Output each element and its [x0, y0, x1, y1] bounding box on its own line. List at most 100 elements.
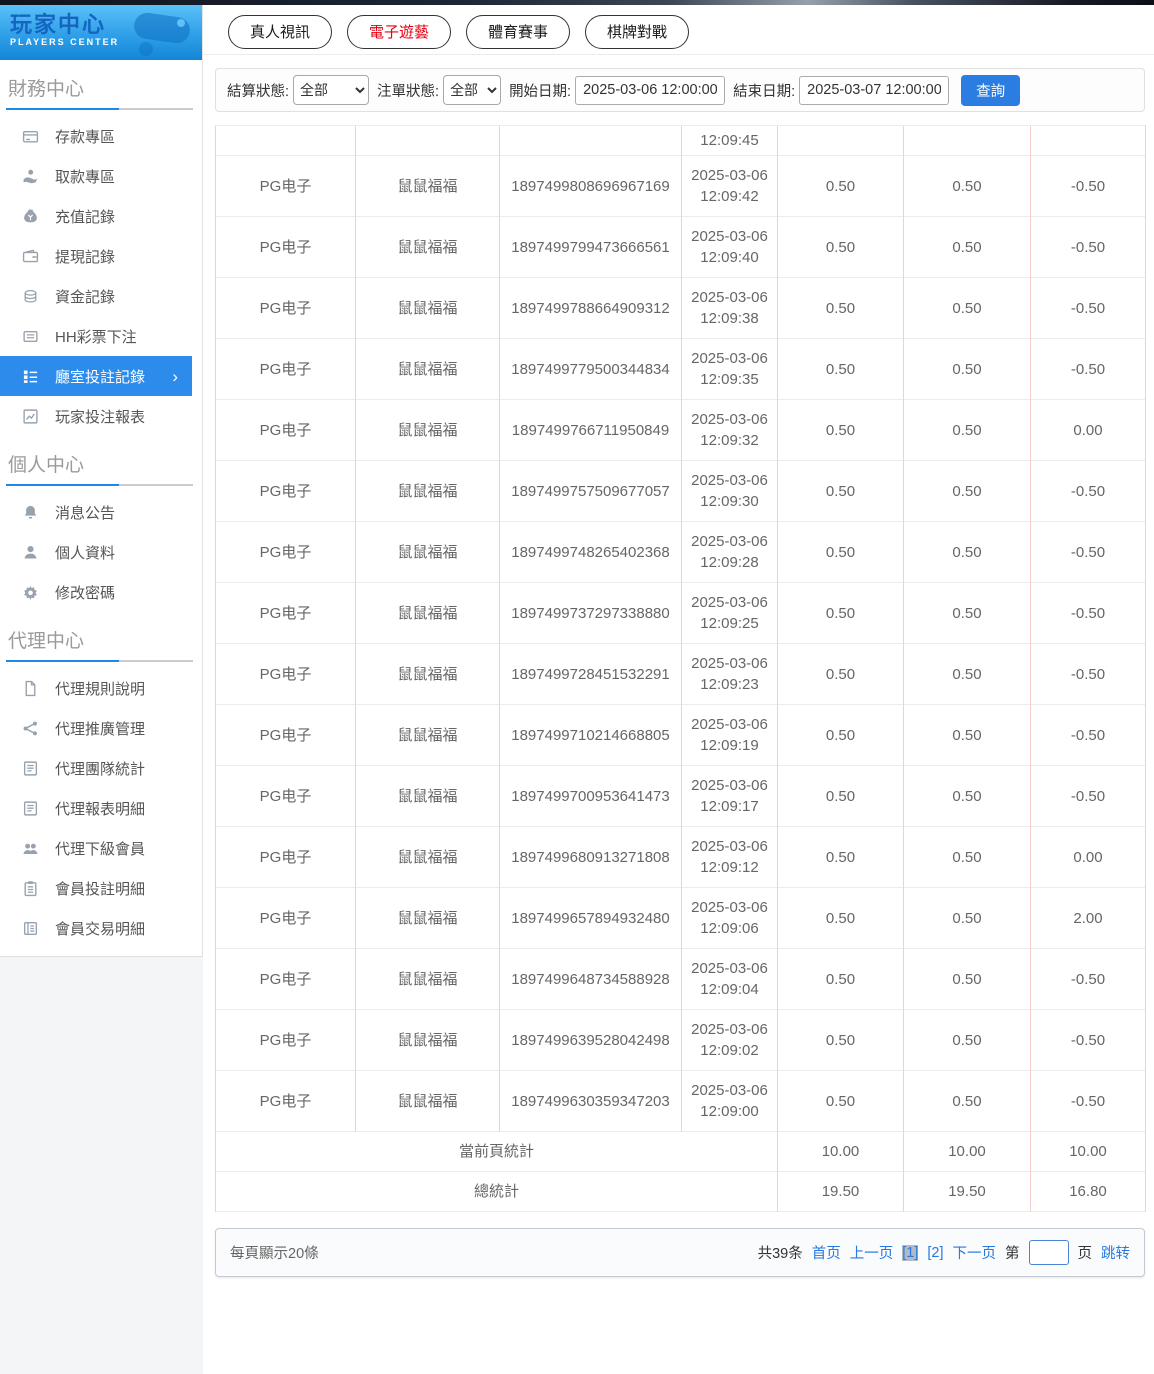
table-row-clipped: 12:09:45 [215, 125, 1146, 156]
sidebar-item[interactable]: 會員交易明細 [0, 908, 202, 948]
valid-bet-cell: 0.50 [903, 948, 1031, 1010]
start-date-input[interactable] [575, 75, 726, 105]
sidebar-item[interactable]: 代理團隊統計 [0, 748, 202, 788]
table-row: PG电子 鼠鼠福福 1897499748265402368 2025-03-06 12:… [215, 521, 1146, 583]
sidebar-item[interactable]: 資金記錄 [0, 276, 202, 316]
sidebar-item[interactable]: 會員投註明細 [0, 868, 202, 908]
sidebar-item[interactable]: 代理規則說明 [0, 668, 202, 708]
sidebar-item[interactable]: 提現記錄 [0, 236, 202, 276]
sidebar-item[interactable]: HH彩票下注 [0, 316, 202, 356]
prev-page-link[interactable]: 上一页 [850, 1242, 894, 1263]
moneybag-icon [23, 208, 38, 223]
bet-amount-cell: 0.50 [777, 582, 904, 644]
sidebar-item[interactable]: 取款專區 [0, 156, 202, 196]
game-name-cell: 鼠鼠福福 [355, 948, 500, 1010]
category-tab[interactable]: 棋牌對戰 [585, 15, 690, 49]
sidebar-item[interactable]: 存款專區 [0, 116, 202, 156]
sidebar-section-title: 個人中心 [8, 455, 85, 476]
sidebar-item-label: 提現記錄 [55, 248, 116, 266]
sidebar-item-label: 個人資料 [55, 544, 116, 562]
valid-bet-cell: 0.50 [903, 155, 1031, 217]
sidebar-item-label: 代理推廣管理 [55, 720, 146, 738]
game-name-cell: 鼠鼠福福 [355, 338, 500, 400]
game-name-cell: 鼠鼠福福 [355, 826, 500, 888]
bet-amount-cell: 0.50 [777, 521, 904, 583]
sidebar-item[interactable]: 廳室投註記錄 › [0, 356, 192, 396]
app-logo: 玩家中心 PLAYERS CENTER [0, 5, 202, 60]
next-page-link[interactable]: 下一页 [953, 1242, 997, 1263]
summary-value: 10.00 [1030, 1131, 1146, 1172]
table-row: PG电子 鼠鼠福福 1897499757509677057 2025-03-06 12:… [215, 460, 1146, 522]
game-name-cell: 鼠鼠福福 [355, 765, 500, 827]
game-name-cell: 鼠鼠福福 [355, 1009, 500, 1071]
search-button[interactable]: 查詢 [961, 74, 1021, 106]
game-name-cell: 鼠鼠福福 [355, 155, 500, 217]
order-id-cell: 1897499737297338880 [499, 582, 682, 644]
section-divider [6, 660, 193, 662]
sidebar-item[interactable]: 代理下級會員 [0, 828, 202, 868]
sidebar-item-label: 代理團隊統計 [55, 760, 146, 778]
sidebar-item[interactable]: 充值記錄 [0, 196, 202, 236]
bet-time-cell: 2025-03-06 12:09:25 [681, 582, 778, 644]
sidebar-item-label: 代理下級會員 [55, 840, 146, 858]
pager-controls: 共39条 首页 上一页 [1] [2] 下一页第 页跳转 [758, 1240, 1130, 1265]
provider-cell: PG电子 [215, 887, 356, 949]
provider-cell: PG电子 [215, 521, 356, 583]
order-id-cell: 1897499639528042498 [499, 1009, 682, 1071]
sidebar-item[interactable]: 消息公告 [0, 492, 202, 532]
order-status-select[interactable]: 全部 [443, 75, 502, 105]
valid-bet-cell: 0.50 [903, 521, 1031, 583]
order-id-cell: 1897499766711950849 [499, 399, 682, 461]
category-tab[interactable]: 體育賽事 [466, 15, 571, 49]
bet-amount-cell: 0.50 [777, 155, 904, 217]
bet-amount-cell: 0.50 [777, 460, 904, 522]
end-date-input[interactable] [799, 75, 950, 105]
sidebar-item[interactable]: 代理推廣管理 [0, 708, 202, 748]
valid-bet-cell: 0.50 [903, 216, 1031, 278]
profit-cell: -0.50 [1030, 948, 1146, 1010]
settle-status-select[interactable]: 全部 [293, 75, 370, 105]
jump-page-input[interactable] [1028, 1240, 1069, 1265]
bet-amount-cell: 0.50 [777, 216, 904, 278]
bet-time-cell: 2025-03-06 12:09:17 [681, 765, 778, 827]
bet-time-cell: 12:09:45 [681, 125, 778, 156]
sidebar-item[interactable]: 修改密碼 [0, 572, 202, 612]
first-page-link[interactable]: 首页 [812, 1242, 841, 1263]
current-page-link[interactable]: [1] [902, 1244, 919, 1261]
category-tab[interactable]: 電子遊藝 [347, 15, 452, 49]
user-icon [24, 545, 37, 558]
order-id-cell: 1897499748265402368 [499, 521, 682, 583]
table-row: PG电子 鼠鼠福福 1897499799473666561 2025-03-06 12:… [215, 216, 1146, 278]
share-icon [22, 720, 38, 736]
provider-cell: PG电子 [215, 765, 356, 827]
table-row: PG电子 鼠鼠福福 1897499788664909312 2025-03-06 12:… [215, 277, 1146, 339]
profit-cell: -0.50 [1030, 521, 1146, 583]
sidebar-item[interactable]: 個人資料 [0, 532, 202, 572]
pagination-bar: 每頁顯示20條 共39条 首页 上一页 [1] [2] 下一页第 页跳转 [215, 1228, 1145, 1277]
provider-cell: PG电子 [215, 277, 356, 339]
category-tab[interactable]: 真人視訊 [228, 15, 333, 49]
page-link[interactable]: [2] [927, 1245, 943, 1261]
coins-icon [24, 289, 37, 303]
valid-bet-cell: 0.50 [903, 765, 1031, 827]
table-row: PG电子 鼠鼠福福 1897499657894932480 2025-03-06 12:… [215, 887, 1146, 949]
sidebar-item[interactable]: 代理報表明細 [0, 788, 202, 828]
bet-time-cell: 2025-03-06 12:09:19 [681, 704, 778, 766]
card-icon [22, 130, 39, 143]
sidebar-item-label: HH彩票下注 [55, 328, 137, 346]
gear-icon [24, 585, 37, 600]
bet-amount-cell: 0.50 [777, 1009, 904, 1071]
bet-amount-cell: 0.50 [777, 765, 904, 827]
game-name-cell: 鼠鼠福福 [355, 582, 500, 644]
valid-bet-cell: 0.50 [903, 887, 1031, 949]
valid-bet-cell: 0.50 [903, 1009, 1031, 1071]
valid-bet-cell: 0.50 [903, 338, 1031, 400]
provider-cell: PG电子 [215, 826, 356, 888]
jump-button[interactable]: 跳转 [1101, 1242, 1130, 1263]
profit-cell: -0.50 [1030, 582, 1146, 644]
bet-amount-cell: 0.50 [777, 826, 904, 888]
order-id-cell [499, 125, 682, 156]
order-id-cell: 1897499788664909312 [499, 277, 682, 339]
sidebar-item[interactable]: 玩家投注報表 [0, 396, 202, 436]
provider-cell: PG电子 [215, 338, 356, 400]
